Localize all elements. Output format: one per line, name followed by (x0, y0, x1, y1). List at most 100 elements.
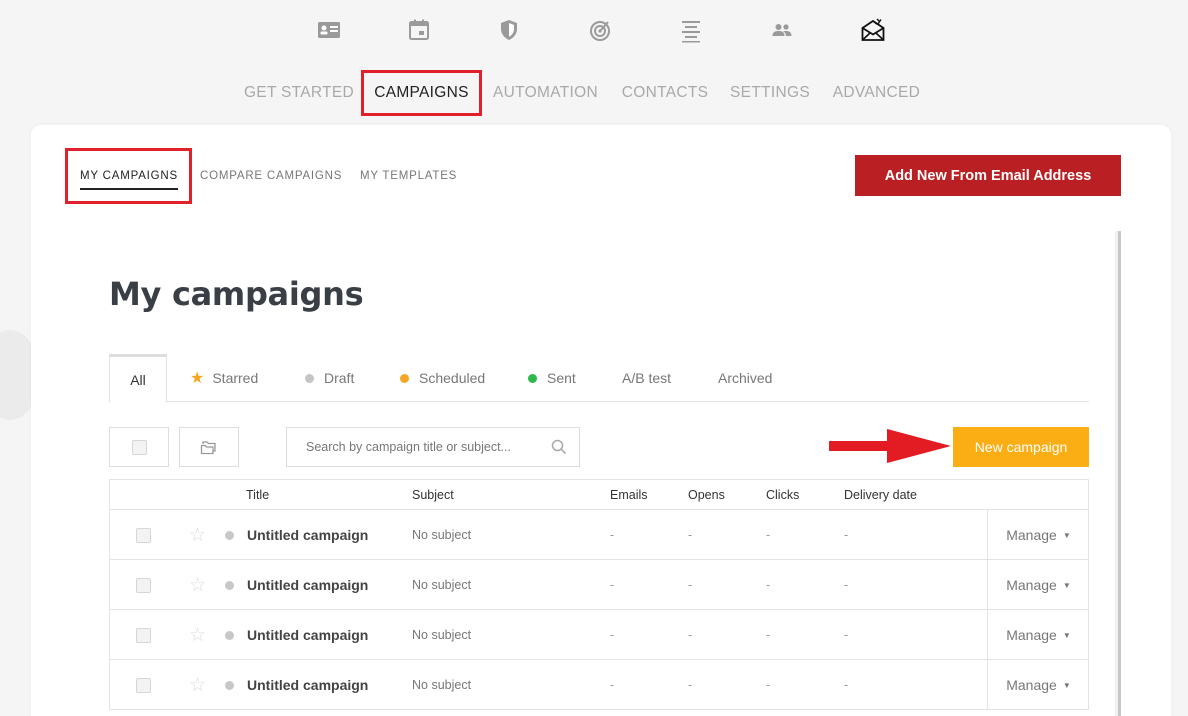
campaign-title[interactable]: Untitled campaign (247, 610, 368, 660)
search-input[interactable] (287, 428, 547, 466)
filter-tab-label: Draft (324, 370, 355, 386)
header-subject[interactable]: Subject (412, 480, 454, 510)
campaign-title[interactable]: Untitled campaign (247, 560, 368, 610)
filter-tab-label: Starred (212, 370, 259, 386)
status-dot-cell (225, 660, 234, 710)
campaign-title[interactable]: Untitled campaign (247, 510, 368, 560)
move-to-folder-button[interactable] (179, 427, 239, 467)
row-checkbox-cell (136, 660, 151, 710)
campaign-clicks: - (766, 628, 771, 642)
sub-tab-compare-campaigns[interactable]: COMPARE CAMPAIGNS (200, 148, 342, 204)
search-icon[interactable] (551, 439, 567, 455)
row-checkbox[interactable] (136, 627, 151, 643)
star-outline-icon[interactable]: ☆ (189, 510, 206, 560)
scrollbar[interactable] (1115, 231, 1121, 716)
header-delivery-date[interactable]: Delivery date (844, 480, 917, 510)
menu-contacts[interactable]: CONTACTS (622, 70, 708, 116)
campaign-emails: - (610, 678, 615, 692)
table-row[interactable]: ☆ Untitled campaign No subject - - - - M… (110, 510, 1088, 560)
header-clicks[interactable]: Clicks (766, 480, 799, 510)
manage-label: Manage (1006, 627, 1057, 643)
page-title: My campaigns (109, 275, 364, 313)
campaign-opens: - (688, 678, 693, 692)
scheduled-dot-icon (400, 373, 409, 383)
sent-dot-icon (528, 373, 537, 383)
table-row[interactable]: ☆ Untitled campaign No subject - - - - M… (110, 610, 1088, 660)
filter-tab-ab-test[interactable]: A/B test (622, 354, 671, 402)
campaign-title[interactable]: Untitled campaign (247, 660, 368, 710)
campaign-delivery-date: - (844, 678, 849, 692)
align-center-icon[interactable] (676, 14, 706, 46)
campaigns-card: MY CAMPAIGNS COMPARE CAMPAIGNS MY TEMPLA… (31, 125, 1171, 716)
filter-tab-label: All (130, 371, 146, 388)
campaign-subject: No subject (412, 528, 472, 542)
filter-tab-scheduled[interactable]: Scheduled (400, 354, 485, 402)
row-checkbox[interactable] (136, 677, 151, 693)
header-title[interactable]: Title (246, 480, 269, 510)
add-from-email-button[interactable]: Add New From Email Address (855, 155, 1121, 196)
caret-down-icon: ▼ (1062, 680, 1071, 690)
manage-dropdown[interactable]: Manage ▼ (987, 660, 1089, 710)
row-checkbox[interactable] (136, 577, 151, 593)
campaign-opens: - (688, 628, 693, 642)
status-dot-cell (225, 560, 234, 610)
manage-dropdown[interactable]: Manage ▼ (987, 510, 1089, 560)
filter-tab-label: Scheduled (419, 370, 486, 386)
filter-tab-starred[interactable]: ★ Starred (190, 354, 258, 402)
draft-status-icon (225, 630, 234, 640)
envelope-icon[interactable] (858, 14, 888, 46)
row-checkbox[interactable] (136, 527, 151, 543)
row-checkbox-cell (136, 510, 151, 560)
campaign-subject: No subject (412, 578, 472, 592)
table-header: Title Subject Emails Opens Clicks Delive… (110, 480, 1088, 510)
users-icon[interactable] (767, 14, 797, 46)
campaign-delivery-date: - (844, 528, 849, 542)
filter-tab-sent[interactable]: Sent (528, 354, 576, 402)
manage-label: Manage (1006, 527, 1057, 543)
manage-dropdown[interactable]: Manage ▼ (987, 560, 1089, 610)
draft-status-icon (225, 580, 234, 590)
dashboard-icon[interactable] (314, 14, 344, 46)
star-outline-icon[interactable]: ☆ (189, 610, 206, 660)
star-outline-icon[interactable]: ☆ (189, 560, 206, 610)
star-icon: ★ (190, 370, 205, 387)
menu-get-started[interactable]: GET STARTED (244, 70, 354, 116)
menu-advanced[interactable]: ADVANCED (832, 70, 921, 116)
menu-automation[interactable]: AUTOMATION (492, 70, 599, 116)
campaigns-table: Title Subject Emails Opens Clicks Delive… (109, 479, 1089, 710)
campaign-clicks: - (766, 678, 771, 692)
caret-down-icon: ▼ (1062, 530, 1071, 540)
icon-nav (0, 14, 1188, 48)
shield-icon[interactable] (494, 14, 524, 46)
arrow-icon (829, 429, 951, 463)
new-campaign-button[interactable]: New campaign (953, 427, 1089, 467)
filter-tab-draft[interactable]: Draft (305, 354, 354, 402)
manage-dropdown[interactable]: Manage ▼ (987, 610, 1089, 660)
header-emails[interactable]: Emails (610, 480, 648, 510)
table-row[interactable]: ☆ Untitled campaign No subject - - - - M… (110, 560, 1088, 610)
manage-label: Manage (1006, 677, 1057, 693)
filter-tab-label: Sent (547, 370, 576, 386)
sub-tab-my-templates[interactable]: MY TEMPLATES (360, 148, 457, 204)
target-icon[interactable] (585, 14, 615, 46)
campaign-subject: No subject (412, 628, 472, 642)
menu-settings[interactable]: SETTINGS (730, 70, 810, 116)
table-row[interactable]: ☆ Untitled campaign No subject - - - - M… (110, 660, 1088, 710)
select-all-checkbox[interactable] (131, 439, 147, 455)
row-checkbox-cell (136, 560, 151, 610)
campaign-opens: - (688, 528, 693, 542)
sub-tab-my-campaigns[interactable]: MY CAMPAIGNS (65, 148, 192, 204)
filter-tab-all[interactable]: All (109, 354, 167, 403)
menu-campaigns[interactable]: CAMPAIGNS (361, 70, 482, 116)
filter-tab-archived[interactable]: Archived (718, 354, 772, 402)
campaign-clicks: - (766, 528, 771, 542)
search-box (286, 427, 580, 467)
campaign-delivery-date: - (844, 628, 849, 642)
header-opens[interactable]: Opens (688, 480, 725, 510)
manage-label: Manage (1006, 577, 1057, 593)
calendar-icon[interactable] (404, 14, 434, 46)
star-outline-icon[interactable]: ☆ (189, 660, 206, 710)
campaign-delivery-date: - (844, 578, 849, 592)
select-all-box[interactable] (109, 427, 169, 467)
campaign-opens: - (688, 578, 693, 592)
